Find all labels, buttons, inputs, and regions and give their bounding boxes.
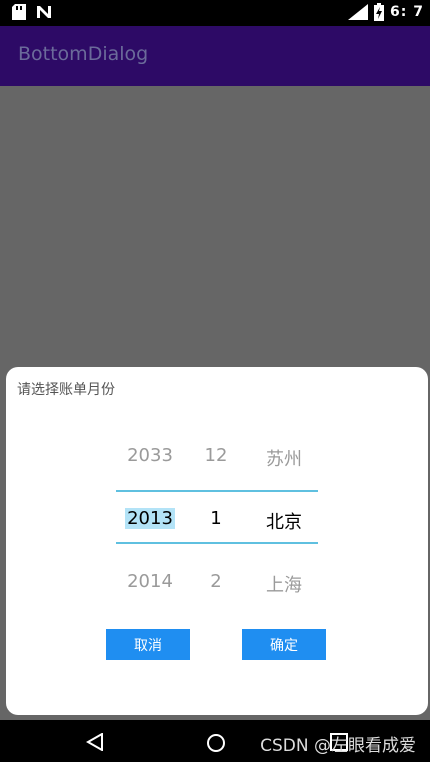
cancel-button[interactable]: 取消 xyxy=(106,629,190,660)
status-right-icons: 6: 7 xyxy=(348,3,424,21)
status-time: 6: 7 xyxy=(390,4,424,20)
month-option-prev[interactable]: 12 xyxy=(192,445,240,466)
year-option-selected[interactable]: 2013 xyxy=(118,508,182,529)
status-left-icons xyxy=(12,4,52,20)
app-bar: BottomDialog xyxy=(0,26,430,86)
city-option-prev[interactable]: 苏州 xyxy=(250,445,318,471)
csdn-watermark: CSDN @左眼看成爱 xyxy=(260,736,416,756)
dialog-title: 请选择账单月份 xyxy=(17,382,115,398)
app-title: BottomDialog xyxy=(18,43,149,65)
navigation-bar: CSDN @左眼看成爱 xyxy=(0,720,430,762)
month-option-next[interactable]: 2 xyxy=(192,571,240,592)
selection-divider-bottom xyxy=(116,542,318,544)
year-option-prev[interactable]: 2033 xyxy=(118,445,182,466)
home-icon[interactable] xyxy=(206,733,226,753)
month-option-selected[interactable]: 1 xyxy=(192,508,240,529)
status-bar: 6: 7 xyxy=(0,0,430,26)
year-option-next[interactable]: 2014 xyxy=(118,571,182,592)
confirm-button[interactable]: 确定 xyxy=(242,629,326,660)
selection-divider-top xyxy=(116,490,318,492)
battery-icon xyxy=(374,3,385,21)
back-icon[interactable] xyxy=(86,733,104,751)
signal-icon xyxy=(348,4,369,20)
n-icon xyxy=(37,6,51,18)
bottom-dialog: 请选择账单月份 2033 12 苏州 2013 1 北京 2014 2 上海 取… xyxy=(6,367,428,715)
year-selected-text: 2013 xyxy=(125,508,175,529)
city-option-next[interactable]: 上海 xyxy=(250,571,318,597)
city-option-selected[interactable]: 北京 xyxy=(250,508,318,534)
sd-card-icon xyxy=(12,4,26,20)
